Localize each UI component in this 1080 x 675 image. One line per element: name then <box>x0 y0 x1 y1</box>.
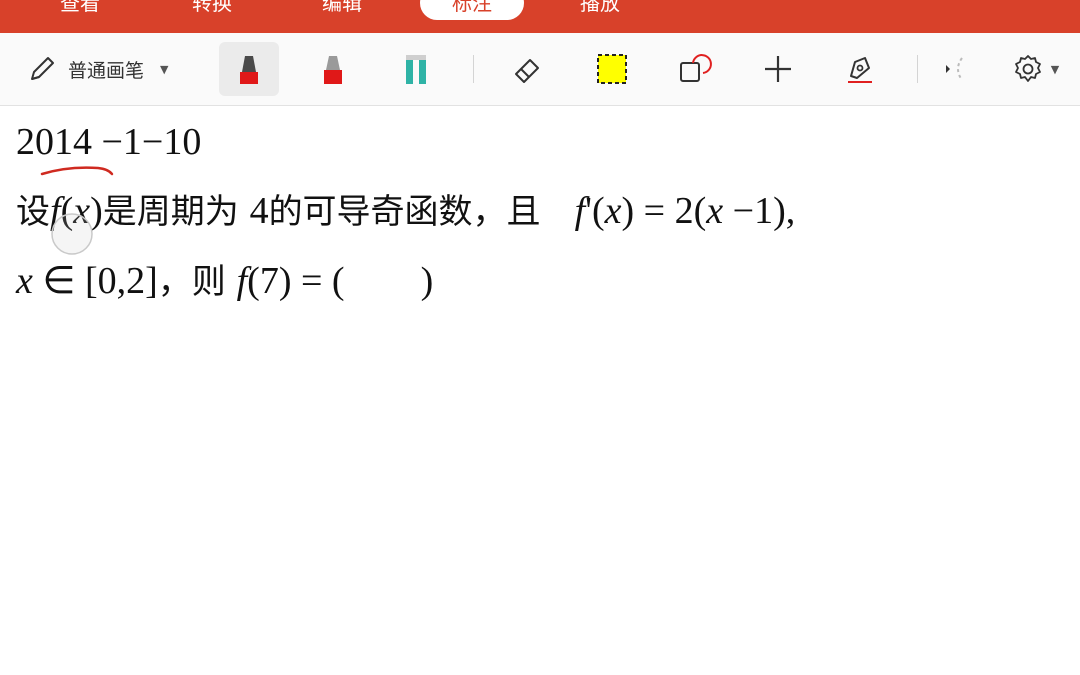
pen-nib-icon <box>848 57 872 83</box>
highlighter-tool[interactable] <box>386 42 446 96</box>
tab-annotate[interactable]: 标注 <box>420 0 524 20</box>
question-source-line: 2014 −1−10 <box>16 120 201 164</box>
question-year: 2014 <box>16 121 92 163</box>
pen-mode-dropdown[interactable]: 普通画笔 ▼ <box>26 53 168 85</box>
question-number: −1−10 <box>92 121 202 163</box>
tab-view[interactable]: 查看 <box>48 0 112 20</box>
ink-underline-mark[interactable] <box>38 162 118 182</box>
question-text-line-2: x ∈ [0,2]，则 f(7) = ( ) <box>16 260 434 302</box>
collapse-toolbar-button[interactable] <box>924 42 980 96</box>
menu-bar: 查看 转换 编辑 标注 播放 <box>0 0 1080 33</box>
chevron-down-icon: ▼ <box>1050 62 1060 76</box>
pencil-icon <box>31 57 54 80</box>
toolbar-divider <box>917 55 918 83</box>
marker-red-tool[interactable] <box>303 42 363 96</box>
gear-icon <box>1014 55 1041 82</box>
select-rect-tool[interactable] <box>582 42 642 96</box>
annotation-toolbar: 普通画笔 ▼ ▼ <box>0 33 1080 106</box>
signature-pen-tool[interactable] <box>830 42 890 96</box>
shape-icon <box>680 54 712 82</box>
plus-icon <box>765 56 791 82</box>
chevron-down-icon: ▼ <box>160 62 169 76</box>
marker-dark-tool[interactable] <box>219 42 279 96</box>
settings-dropdown[interactable]: ▼ <box>1000 42 1070 96</box>
marker-red-icon <box>324 56 342 84</box>
shape-tool[interactable] <box>665 42 725 96</box>
eraser-icon <box>515 59 539 83</box>
tab-convert[interactable]: 转换 <box>180 0 244 20</box>
collapse-icon <box>946 57 963 81</box>
question-text-line-1: 设f(x)是周期为 4的可导奇函数，且 f'(x) = 2(x −1), <box>16 190 796 232</box>
tab-edit[interactable]: 编辑 <box>310 0 374 20</box>
pen-mode-label: 普通画笔 <box>68 59 145 82</box>
tab-play[interactable]: 播放 <box>568 0 632 20</box>
select-rect-icon <box>597 54 627 84</box>
eraser-tool[interactable] <box>498 42 558 96</box>
highlighter-icon <box>406 55 426 84</box>
marker-dark-icon <box>240 56 258 84</box>
document-canvas[interactable]: 2014 −1−10 设f(x)是周期为 4的可导奇函数，且 f'(x) = 2(… <box>0 106 1080 675</box>
add-tool[interactable] <box>748 42 808 96</box>
toolbar-divider <box>473 55 474 83</box>
touch-pointer-indicator <box>51 213 93 255</box>
